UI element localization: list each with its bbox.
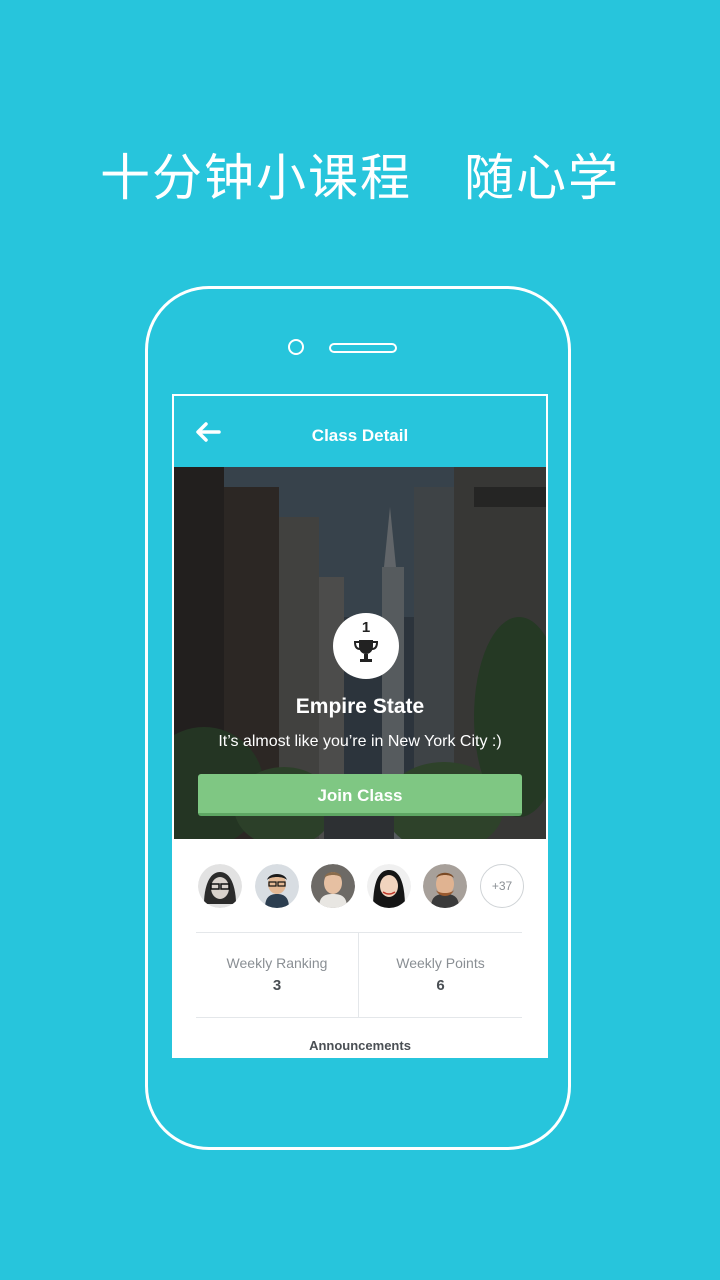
weekly-ranking-label: Weekly Ranking xyxy=(226,955,328,971)
arrow-left-icon[interactable] xyxy=(194,420,222,444)
avatar[interactable] xyxy=(423,864,467,908)
announcements-heading: Announcements xyxy=(309,1038,411,1053)
avatar[interactable] xyxy=(198,864,242,908)
headline-part-1: 十分钟小课程 xyxy=(100,149,412,207)
app-screen: Class Detail 1 Empire State It’s almost … xyxy=(172,394,548,1058)
weekly-ranking-value: 3 xyxy=(272,977,282,994)
class-hero: 1 Empire State It’s almost like you’re i… xyxy=(174,467,546,839)
join-class-button[interactable]: Join Class xyxy=(198,774,522,816)
avatar[interactable] xyxy=(367,864,411,908)
headline-part-2: 随心学 xyxy=(464,149,620,207)
rank-badge: 1 xyxy=(333,613,399,679)
navbar: Class Detail xyxy=(174,396,546,467)
phone-speaker xyxy=(329,343,397,353)
phone-camera xyxy=(288,339,304,355)
weekly-stats: Weekly Ranking 3 Weekly Points 6 xyxy=(196,932,522,1018)
weekly-points-value: 6 xyxy=(436,977,445,994)
promo-headline: 十分钟小课程 随心学 xyxy=(0,138,720,210)
avatar[interactable] xyxy=(311,864,355,908)
page-title: Class Detail xyxy=(311,426,409,445)
member-avatars: +37 xyxy=(198,864,528,908)
weekly-points-stat: Weekly Points 6 xyxy=(359,933,522,1017)
weekly-ranking-stat: Weekly Ranking 3 xyxy=(196,933,359,1017)
more-members-badge[interactable]: +37 xyxy=(480,864,524,908)
class-description: It’s almost like you’re in New York City… xyxy=(218,733,502,750)
class-name: Empire State xyxy=(295,695,425,718)
avatar[interactable] xyxy=(255,864,299,908)
weekly-points-label: Weekly Points xyxy=(396,955,485,971)
trophy-icon xyxy=(353,640,379,662)
rank-number: 1 xyxy=(361,619,371,636)
